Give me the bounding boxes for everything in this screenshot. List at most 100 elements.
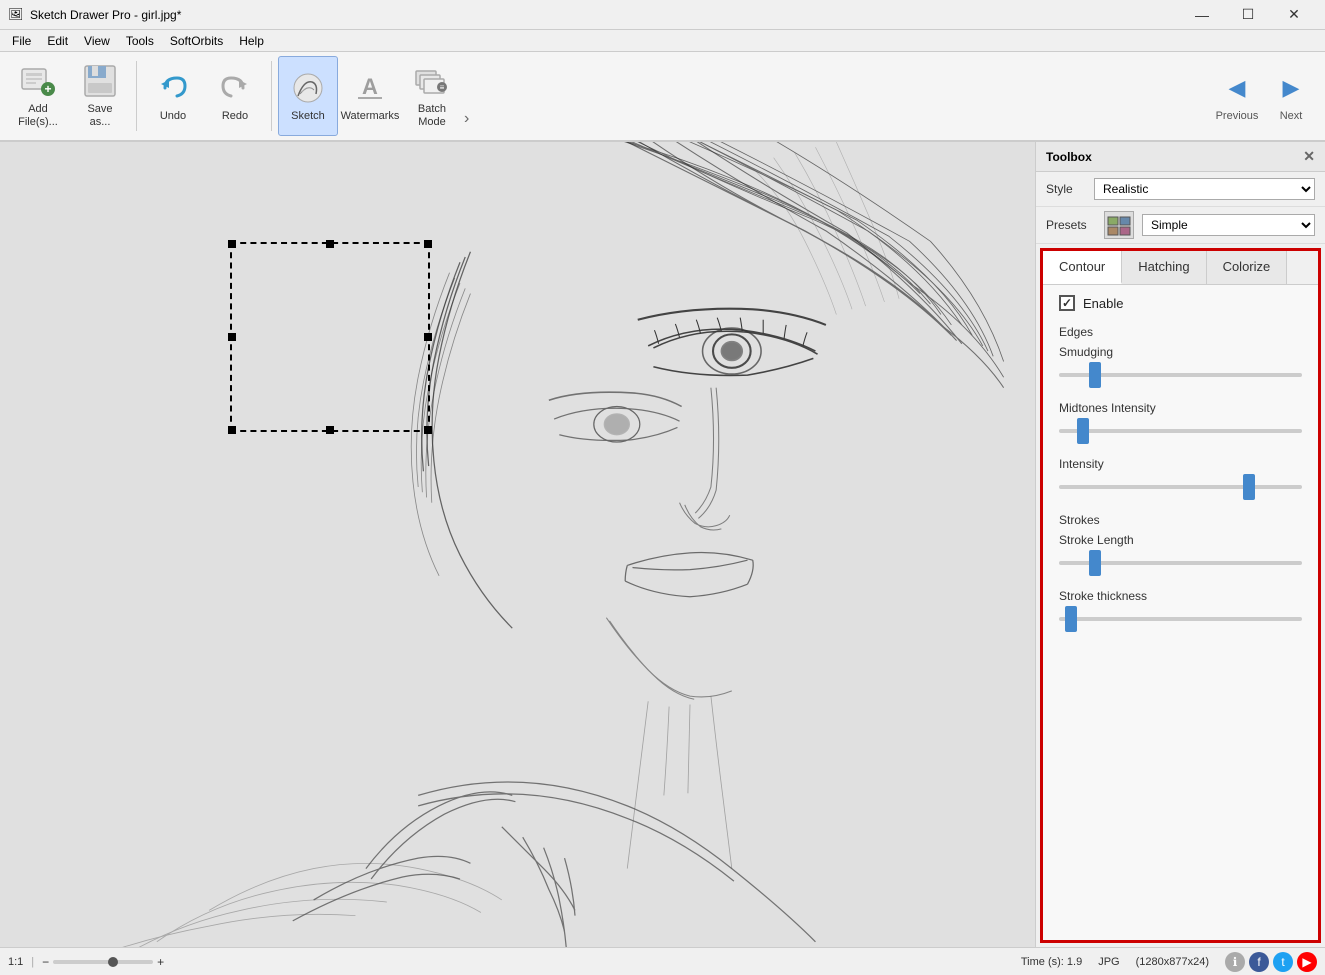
presets-row: Presets Simple Medium Complex — [1036, 207, 1325, 244]
more-button[interactable]: › — [464, 56, 469, 136]
redo-icon — [217, 70, 253, 106]
sketch-button[interactable]: Sketch — [278, 56, 338, 136]
intensity-label: Intensity — [1059, 457, 1302, 471]
zoom-slider-container[interactable]: − + — [42, 955, 164, 969]
nav-buttons: ◀ Previous ▶ Next — [1211, 56, 1317, 136]
canvas-area[interactable] — [0, 142, 1035, 947]
toolbox-content: Contour Hatching Colorize Enable Edges S… — [1040, 248, 1321, 943]
add-files-button[interactable]: + Add File(s)... — [8, 56, 68, 136]
previous-label: Previous — [1216, 110, 1259, 122]
status-icons: ℹ f t ▶ — [1225, 952, 1317, 972]
menu-tools[interactable]: Tools — [118, 30, 162, 52]
enable-label: Enable — [1083, 296, 1123, 311]
zoom-minus-icon[interactable]: − — [42, 955, 49, 969]
next-arrow-icon: ▶ — [1273, 70, 1309, 106]
dimensions-info: (1280x877x24) — [1136, 956, 1209, 968]
intensity-slider-container: Intensity — [1043, 453, 1318, 509]
tab-contour[interactable]: Contour — [1043, 251, 1122, 284]
stroke-length-thumb[interactable] — [1089, 550, 1101, 576]
stroke-thickness-track-bg — [1059, 617, 1302, 621]
intensity-slider[interactable] — [1059, 477, 1302, 497]
status-right: Time (s): 1.9 JPG (1280x877x24) ℹ f t ▶ — [1021, 952, 1317, 972]
save-as-label: Save as... — [87, 103, 112, 129]
title-bar: 🖼 Sketch Drawer Pro - girl.jpg* — ☐ ✕ — [0, 0, 1325, 30]
app-icon: 🖼 — [8, 7, 24, 23]
zoom-slider-track[interactable] — [53, 960, 153, 964]
next-button[interactable]: ▶ Next — [1265, 56, 1317, 136]
close-button[interactable]: ✕ — [1271, 0, 1317, 30]
redo-button[interactable]: Redo — [205, 56, 265, 136]
watermarks-label: Watermarks — [341, 110, 400, 122]
stroke-length-slider[interactable] — [1059, 553, 1302, 573]
minimize-button[interactable]: — — [1179, 0, 1225, 30]
save-as-button[interactable]: Save as... — [70, 56, 130, 136]
toolbox-header: Toolbox ✕ — [1036, 142, 1325, 172]
bottom-spacer — [1043, 641, 1318, 681]
batch-mode-button[interactable]: ≡ Batch Mode — [402, 56, 462, 136]
main-area: Toolbox ✕ Style Realistic Presets Sim — [0, 142, 1325, 947]
window-title: Sketch Drawer Pro - girl.jpg* — [30, 8, 1179, 22]
info-icon[interactable]: ℹ — [1225, 952, 1245, 972]
midtones-thumb[interactable] — [1077, 418, 1089, 444]
stroke-thickness-slider[interactable] — [1059, 609, 1302, 629]
stroke-thickness-label: Stroke thickness — [1059, 589, 1302, 603]
menu-view[interactable]: View — [76, 30, 118, 52]
zoom-plus-icon[interactable]: + — [157, 955, 164, 969]
tabs-row: Contour Hatching Colorize — [1043, 251, 1318, 285]
midtones-slider-container: Midtones Intensity — [1043, 397, 1318, 453]
menu-help[interactable]: Help — [231, 30, 272, 52]
batch-mode-label: Batch Mode — [418, 103, 446, 129]
previous-button[interactable]: ◀ Previous — [1211, 56, 1263, 136]
format-info: JPG — [1098, 956, 1119, 968]
redo-label: Redo — [222, 110, 248, 122]
smudging-thumb[interactable] — [1089, 362, 1101, 388]
style-label: Style — [1046, 182, 1086, 196]
facebook-icon[interactable]: f — [1249, 952, 1269, 972]
toolbar-sep-1 — [136, 61, 137, 131]
title-controls: — ☐ ✕ — [1179, 0, 1317, 30]
twitter-icon[interactable]: t — [1273, 952, 1293, 972]
watermarks-button[interactable]: A Watermarks — [340, 56, 400, 136]
presets-select[interactable]: Simple Medium Complex — [1142, 214, 1315, 236]
maximize-button[interactable]: ☐ — [1225, 0, 1271, 30]
undo-label: Undo — [160, 110, 186, 122]
zoom-thumb[interactable] — [108, 957, 118, 967]
midtones-slider[interactable] — [1059, 421, 1302, 441]
youtube-icon[interactable]: ▶ — [1297, 952, 1317, 972]
save-as-icon — [82, 63, 118, 99]
toolbar: + Add File(s)... Save as... Undo — [0, 52, 1325, 142]
smudging-slider[interactable] — [1059, 365, 1302, 385]
add-files-icon: + — [20, 63, 56, 99]
intensity-track-bg — [1059, 485, 1302, 489]
svg-text:≡: ≡ — [440, 83, 445, 92]
midtones-label: Midtones Intensity — [1059, 401, 1302, 415]
smudging-slider-container: Smudging — [1043, 341, 1318, 397]
zoom-sep: | — [31, 956, 34, 968]
intensity-thumb[interactable] — [1243, 474, 1255, 500]
menu-file[interactable]: File — [4, 30, 39, 52]
enable-row: Enable — [1043, 285, 1318, 321]
time-info: Time (s): 1.9 — [1021, 956, 1082, 968]
undo-icon — [155, 70, 191, 106]
presets-label: Presets — [1046, 218, 1096, 232]
batch-mode-icon: ≡ — [414, 63, 450, 99]
presets-icon — [1104, 211, 1134, 239]
stroke-length-label: Stroke Length — [1059, 533, 1302, 547]
menu-softorbits[interactable]: SoftOrbits — [162, 30, 231, 52]
status-bar: 1:1 | − + Time (s): 1.9 JPG (1280x877x24… — [0, 947, 1325, 975]
style-select[interactable]: Realistic — [1094, 178, 1315, 200]
stroke-thickness-thumb[interactable] — [1065, 606, 1077, 632]
add-files-label: Add File(s)... — [18, 103, 58, 129]
tab-hatching[interactable]: Hatching — [1122, 251, 1206, 284]
svg-text:+: + — [44, 82, 51, 96]
tab-colorize[interactable]: Colorize — [1207, 251, 1288, 284]
time-value: 1.9 — [1067, 956, 1082, 968]
toolbox-close-button[interactable]: ✕ — [1303, 148, 1315, 165]
stroke-thickness-slider-container: Stroke thickness — [1043, 585, 1318, 641]
menu-edit[interactable]: Edit — [39, 30, 76, 52]
status-left: 1:1 | − + — [8, 955, 164, 969]
undo-button[interactable]: Undo — [143, 56, 203, 136]
next-label: Next — [1280, 110, 1303, 122]
toolbox-title: Toolbox — [1046, 150, 1092, 164]
enable-checkbox[interactable] — [1059, 295, 1075, 311]
